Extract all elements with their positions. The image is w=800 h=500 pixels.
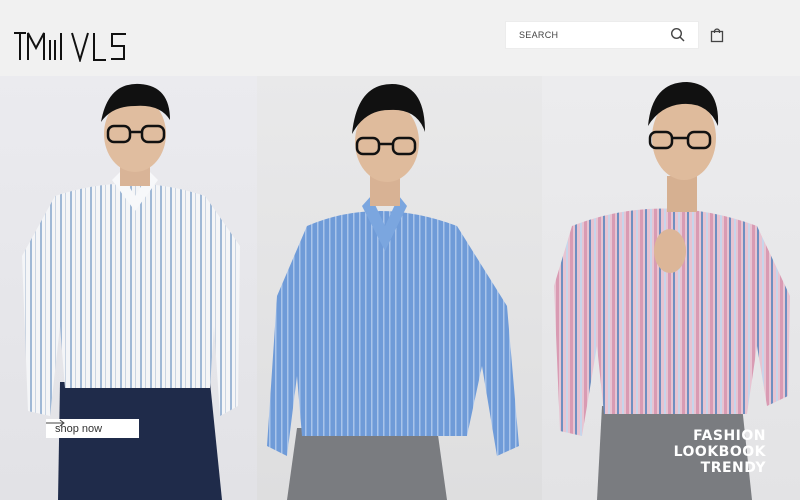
model-photo-pink-shirt[interactable]: FASHION LOOKBOOK TRENDY [542,76,800,500]
shop-now-button[interactable]: shop now [46,419,139,438]
lookbook-line: FASHION [693,428,766,444]
lookbook-headline: FASHION LOOKBOOK TRENDY [674,428,766,476]
search-icon[interactable] [670,27,686,43]
model-illustration [267,84,519,500]
logo-mark [14,32,126,64]
model-photo-blue-shirt[interactable] [257,76,542,500]
lookbook-line: TRENDY [700,460,766,476]
model-photo-white-shirt[interactable]: shop now [0,76,257,500]
brand-logo[interactable] [14,30,130,64]
site-header [0,0,800,76]
hero-banner: shop now FASHION LOOKBOOK TRENDY [0,76,800,500]
arrow-right-icon [46,419,65,427]
search-input[interactable] [506,22,666,48]
lookbook-line: LOOKBOOK [673,444,766,460]
shopping-bag-icon[interactable] [710,27,724,43]
